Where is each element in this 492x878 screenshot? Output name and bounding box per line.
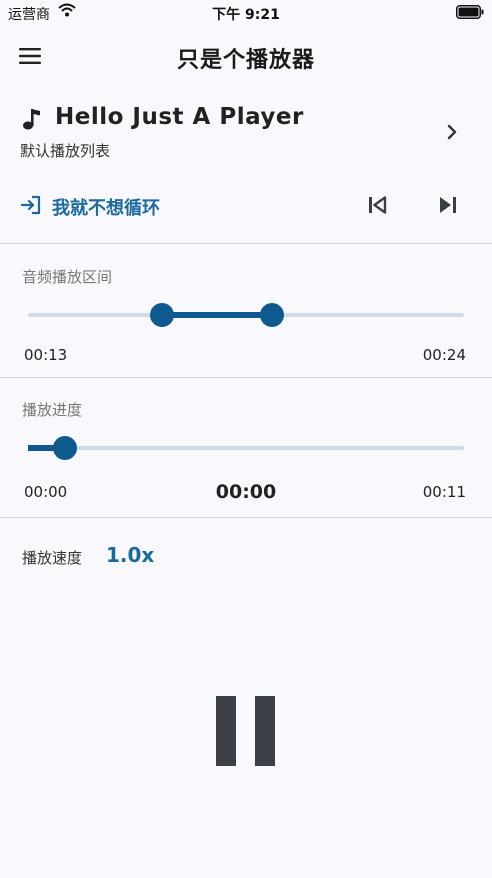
next-track-button[interactable] [437, 194, 459, 220]
range-end-handle[interactable] [260, 303, 285, 327]
divider [0, 243, 492, 244]
loop-toggle[interactable]: 我就不想循环 [20, 194, 160, 220]
controls-row: 我就不想循环 [0, 186, 492, 226]
music-note-icon [20, 107, 42, 135]
status-time: 下午 9:21 [212, 7, 280, 23]
speed-label: 播放速度 [22, 549, 83, 567]
login-arrow-icon [20, 194, 42, 220]
previous-track-button[interactable] [366, 194, 388, 220]
total-time: 00:11 [422, 483, 466, 501]
progress-section-label: 播放进度 [22, 401, 83, 419]
playlist-name: 默认播放列表 [20, 142, 111, 160]
progress-handle[interactable] [53, 436, 78, 460]
status-bar: 运营商 下午 9:21 [0, 0, 492, 26]
progress-slider[interactable] [28, 433, 464, 463]
progress-slider-track [28, 446, 464, 450]
range-section-label: 音频播放区间 [22, 268, 113, 286]
current-track[interactable]: Hello Just A Player 默认播放列表 [0, 95, 492, 173]
divider [0, 377, 492, 378]
range-end-time: 00:24 [422, 346, 466, 364]
pause-button[interactable] [206, 690, 286, 776]
divider [0, 517, 492, 518]
pause-bar-right [255, 696, 275, 766]
skip-previous-icon [366, 196, 388, 220]
chevron-right-icon [446, 123, 458, 145]
range-slider[interactable] [28, 300, 464, 330]
range-slider-fill [161, 312, 273, 318]
range-start-time: 00:13 [24, 346, 68, 364]
pause-bar-left [216, 696, 236, 766]
battery-icon [456, 5, 484, 23]
speed-selector[interactable]: 1.0x [106, 543, 154, 567]
skip-next-icon [437, 197, 459, 220]
track-title: Hello Just A Player [55, 104, 304, 130]
current-time: 00:00 [215, 481, 277, 503]
navigation-bar: 只是个播放器 [0, 26, 492, 86]
loop-label: 我就不想循环 [52, 198, 160, 219]
range-start-handle[interactable] [149, 303, 174, 327]
page-title: 只是个播放器 [176, 48, 315, 73]
